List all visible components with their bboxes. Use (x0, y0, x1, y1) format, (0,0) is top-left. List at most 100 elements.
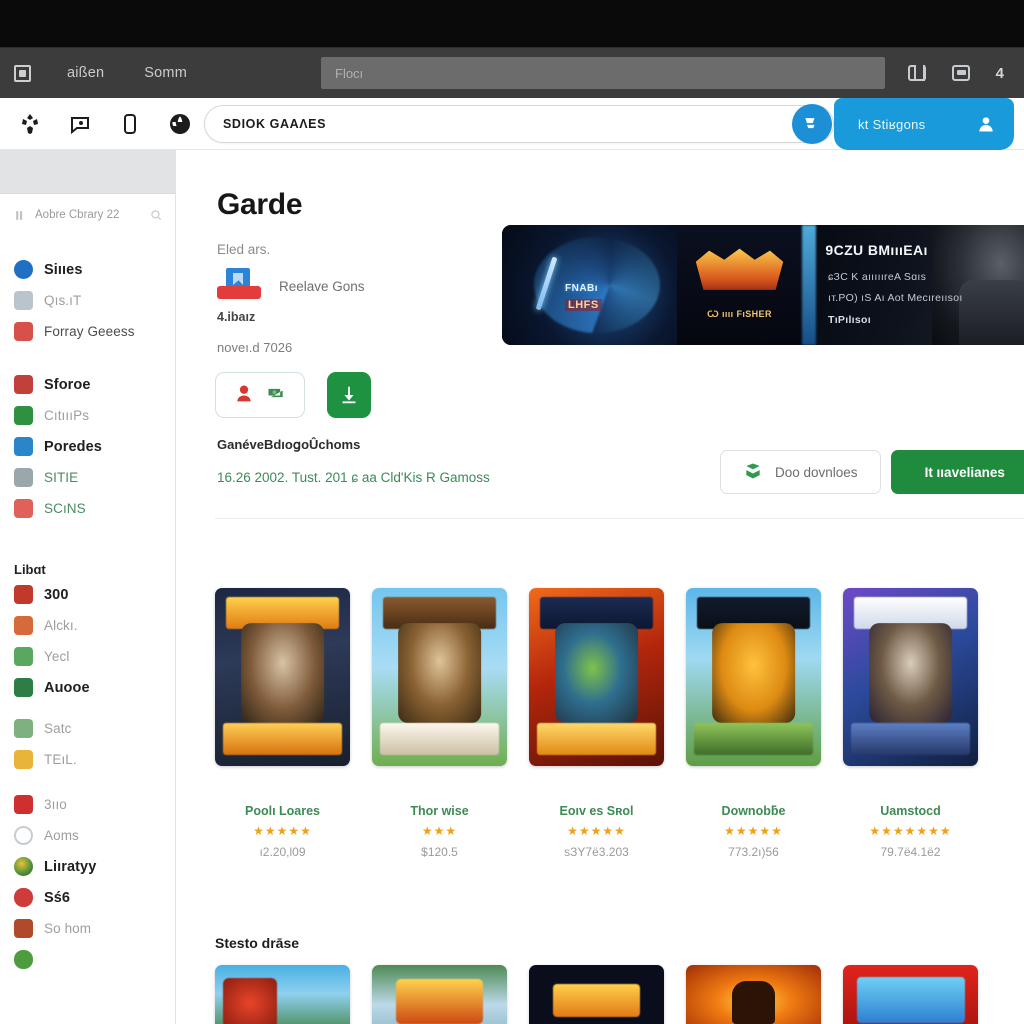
game-card[interactable]: Uamstoсd ★★★★★★★ 79.7ё4.1ё2 (843, 588, 978, 859)
sidebar-list-item-10[interactable]: So hom (0, 913, 175, 944)
downloads-button[interactable]: Doo dovnloes (720, 450, 881, 494)
download-chip-button[interactable] (327, 372, 371, 418)
sidebar-library-header[interactable]: Aobre Cbrary 22 (0, 194, 175, 232)
sidebar-item-label: 3ııo (44, 797, 67, 812)
game-card[interactable]: Eoıv еs Sʀol ★★★★★ ѕЗY7ё3.203 (529, 588, 664, 859)
chat-icon[interactable] (68, 112, 92, 136)
sidebar-item-7[interactable]: SCıNS (0, 493, 175, 524)
cover-subtitle-band (380, 723, 499, 756)
promo-panel-a[interactable]: FNABı LHFS (502, 225, 677, 345)
tab-count-badge[interactable]: 4 (996, 65, 1004, 82)
game-cover-art[interactable] (372, 588, 507, 766)
game-cover-art[interactable] (529, 588, 664, 766)
game-cover-art[interactable] (215, 588, 350, 766)
game-title: Downobƃe (721, 804, 786, 818)
store-icon (14, 375, 33, 394)
game-card[interactable]: Downobƃe ★★★★★ 773.2ı)56 (686, 588, 821, 859)
developer-row[interactable]: Reelave Gons (217, 268, 365, 304)
promo-panel-b-caption: Ѡ ıııı FıSHER (707, 309, 772, 319)
thumbnail-card[interactable] (215, 965, 350, 1024)
sidebar-library-label: Aobre Cbrary 22 (35, 209, 120, 221)
game-cover-art[interactable] (843, 588, 978, 766)
sidebar-list-item-9[interactable]: Sś6 (0, 882, 175, 913)
url-placeholder-text: Flocı (335, 65, 364, 81)
install-button[interactable]: It ııavelianeѕ (890, 450, 1024, 494)
cover-subtitle-band (223, 723, 342, 756)
install-button-label: It ııavelianeѕ (924, 464, 1005, 480)
search-icon[interactable] (149, 208, 163, 222)
game-cover-art[interactable] (686, 588, 821, 766)
thumbnail-card[interactable] (686, 965, 821, 1024)
action-chip-row (215, 372, 371, 418)
sidebar-item-1[interactable]: Qıs.ıT (0, 285, 175, 316)
app-root: aißen Somm Flocı 4 SDIOK GAAΛES kt Stiʁɡ… (0, 0, 1024, 1024)
sidebar-item-4[interactable]: CıtıııPs (0, 400, 175, 431)
mask-icon (14, 499, 33, 518)
sidebar-list-item-11[interactable] (0, 944, 175, 975)
sidebar-item-label: Sforoe (44, 376, 91, 393)
sidebar-item-5[interactable]: Poredes (0, 431, 175, 462)
sidebar-list-item-8[interactable]: Liıratyy (0, 851, 175, 882)
game-price: 773.2ı)56 (728, 845, 779, 859)
main-content: Garde Eled ars. Reelave Gons 4.ibaız nov… (177, 150, 1024, 1024)
flag-icon (14, 585, 33, 604)
thumbnail-card[interactable] (372, 965, 507, 1024)
rating-chip[interactable] (215, 372, 305, 418)
sidebar-item-label: Poredes (44, 438, 102, 455)
sidebar-list-item-2[interactable]: Yecl (0, 641, 175, 672)
sidebar-list-item-4[interactable]: Satc (0, 713, 175, 744)
sidebar-list-item-0[interactable]: 300 (0, 579, 175, 610)
globe-badge-icon (14, 260, 33, 279)
promo-panel-c[interactable]: 9CZU BMıııEAı ɕЗC K aıııııreA Sɑıѕ ıт.РO… (802, 225, 1024, 345)
sidebar-item-2[interactable]: Forray Geeess (0, 316, 175, 347)
bookmark-icon[interactable] (907, 65, 926, 81)
sidebar-item-label: TEıL. (44, 752, 77, 767)
sidebar-list-item-1[interactable]: Alckı. (0, 610, 175, 641)
circle-icon (14, 826, 33, 845)
main-button-row: Doo dovnloes It ııavelianeѕ (720, 450, 1024, 494)
extension-icon[interactable] (951, 65, 970, 81)
app-toolbar-icons (0, 112, 192, 136)
promo-panel-a-line2: LHFS (565, 299, 602, 312)
promo-banner[interactable]: FNABı LHFS Ѡ ıııı FıSHER 9CZU BMıııEAı ɕ… (502, 225, 1024, 345)
promo-panel-b[interactable]: Ѡ ıııı FıSHER (677, 225, 802, 345)
browser-url-bar[interactable]: Flocı (321, 57, 885, 89)
game-card[interactable]: Thor wisе ★★★ $120.5 (372, 588, 507, 859)
sidebar-item-label: SITIE (44, 470, 79, 485)
shoe-icon (14, 919, 33, 938)
app-logo-icon[interactable] (18, 112, 42, 136)
sidebar-item-3[interactable]: Sforoe (0, 369, 175, 400)
sidebar-list-item-7[interactable]: Aoms (0, 820, 175, 851)
promo-panel-c-line1: ɕЗC K aıııııreA Sɑıѕ (828, 270, 927, 283)
globe-icon[interactable] (168, 112, 192, 136)
thumbnail-card[interactable] (843, 965, 978, 1024)
device-icon[interactable] (118, 112, 142, 136)
sidebar-list-item-6[interactable]: 3ııo (0, 789, 175, 820)
cover-subtitle-band (537, 723, 656, 756)
user-icon (976, 114, 996, 134)
cover-character-art (397, 623, 482, 724)
sign-in-button[interactable]: kt Stiʁɡons (834, 98, 1014, 150)
sidebar-item-0[interactable]: Siııes (0, 254, 175, 285)
browser-right-controls: 4 (907, 48, 1014, 98)
sidebar-top-strip (0, 150, 175, 194)
page-subtitle: Eled ars. (217, 242, 271, 257)
thumbnail-card[interactable] (529, 965, 664, 1024)
search-input[interactable]: SDIOK GAAΛES (204, 105, 834, 143)
cover-character-art (868, 623, 953, 724)
card-icon (14, 795, 33, 814)
rating-stars: ★★★ (421, 824, 458, 838)
downloads-button-label: Doo dovnloes (775, 464, 858, 480)
browser-menu-item-2[interactable]: Somm (144, 65, 187, 81)
fire-logo-icon (695, 248, 784, 290)
rating-icon (234, 383, 254, 408)
browser-menu-item-1[interactable]: aißen (67, 65, 104, 81)
game-card[interactable]: Poolı Loares ★★★★★ ı2.20,l09 (215, 588, 350, 859)
sidebar-list-item-3[interactable]: Auooe (0, 672, 175, 703)
search-button[interactable] (792, 104, 832, 144)
cover-subtitle-band (694, 723, 813, 756)
sidebar-item-6[interactable]: SITIE (0, 462, 175, 493)
developer-name: Reelave Gons (279, 278, 365, 294)
window-icon[interactable] (14, 64, 31, 82)
sidebar-list-item-5[interactable]: TEıL. (0, 744, 175, 775)
